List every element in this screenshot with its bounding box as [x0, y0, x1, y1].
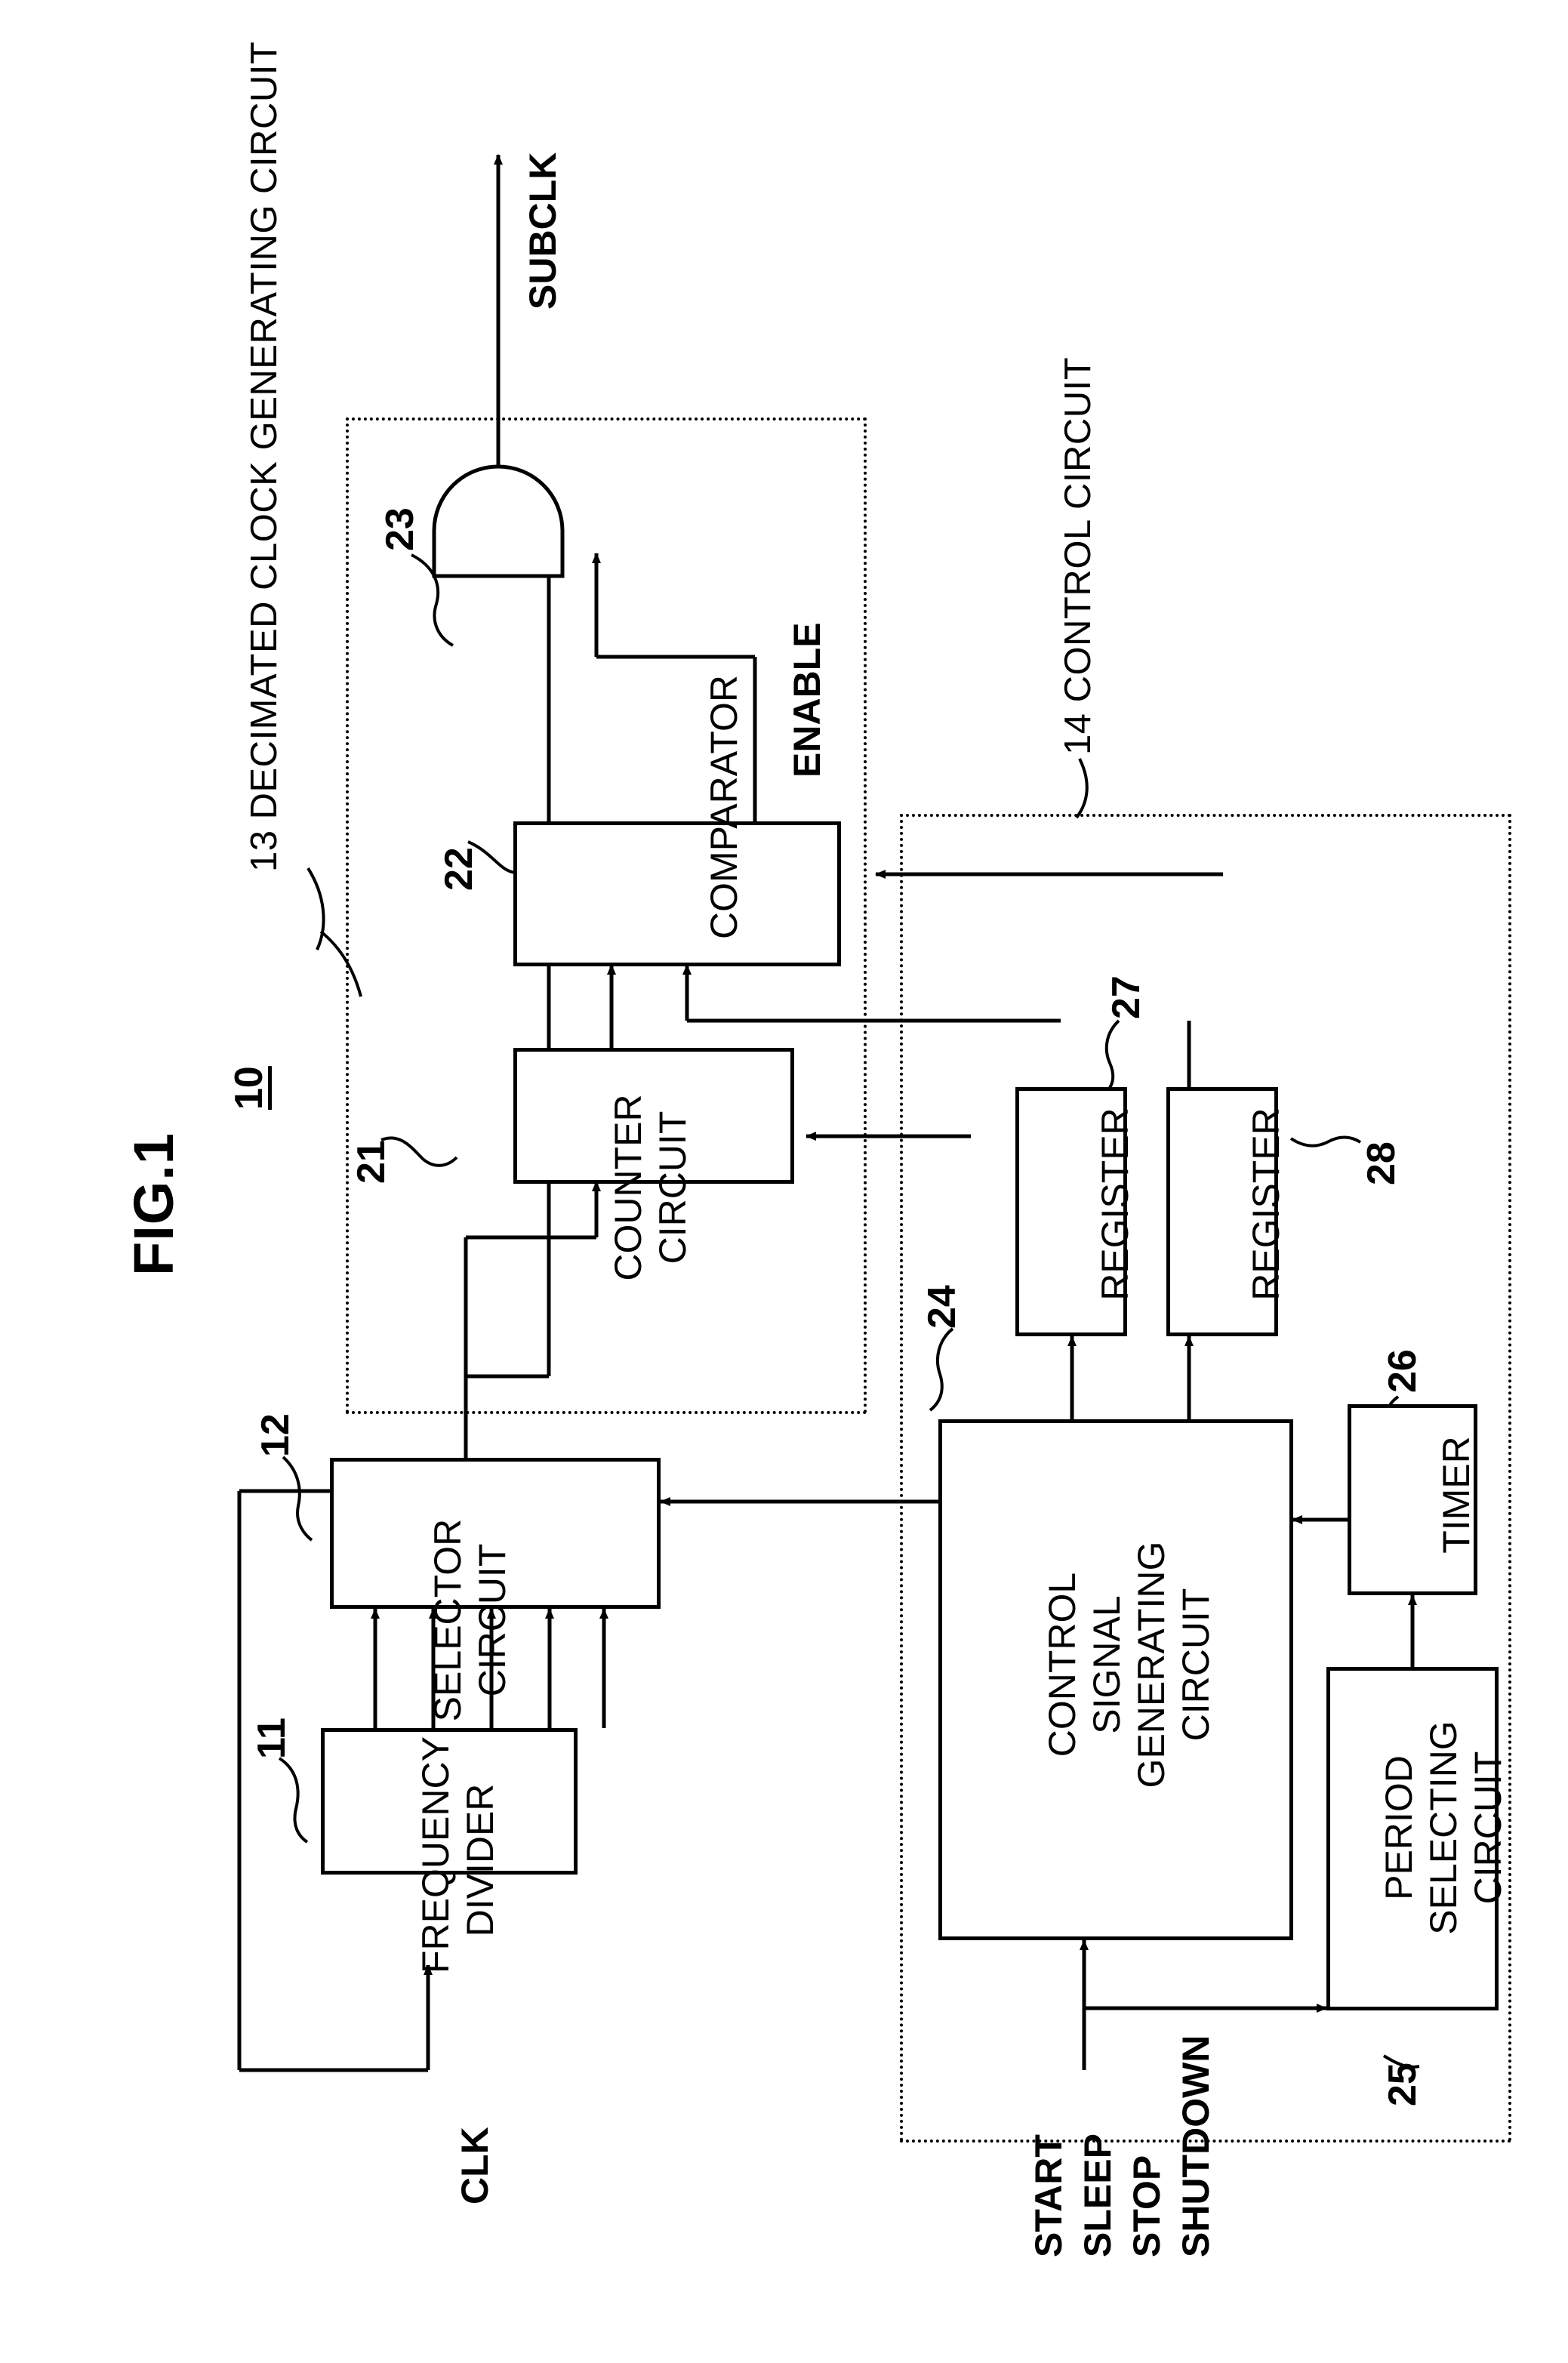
signal-label-shutdown: SHUTDOWN	[1175, 2035, 1217, 2257]
group-label-control-circuit: 14 CONTROL CIRCUIT	[1058, 356, 1098, 755]
block-label-counter-circuit: COUNTER CIRCUIT	[607, 1094, 694, 1281]
reference-label-12: 12	[254, 1413, 297, 1457]
block-frequency-divider: FREQUENCY DIVIDER	[321, 1728, 578, 1973]
block-label-selector-circuit: SELECTOR CIRCUIT	[427, 1518, 513, 1722]
block-comparator: COMPARATOR	[513, 675, 841, 966]
block-label-register-28: REGISTER	[1245, 1108, 1287, 1301]
block-control-signal-generating-circuit: CONTROL SIGNAL GENERATING CIRCUIT	[938, 1419, 1293, 1940]
block-label-timer: TIMER	[1435, 1436, 1477, 1554]
block-period-selecting-circuit: PERIOD SELECTING CIRCUIT	[1326, 1667, 1509, 2010]
block-label-comparator: COMPARATOR	[703, 674, 745, 940]
reference-label-22: 22	[437, 847, 481, 891]
reference-label-27: 27	[1104, 975, 1148, 1019]
reference-label-21: 21	[350, 1140, 393, 1184]
block-selector-circuit: SELECTOR CIRCUIT	[330, 1458, 661, 1721]
reference-label-26: 26	[1381, 1349, 1425, 1393]
system-reference-10: 10	[227, 1066, 271, 1110]
reference-label-24: 24	[920, 1285, 964, 1329]
and-gate-23	[430, 464, 566, 580]
block-register-27: REGISTER	[1015, 1087, 1136, 1336]
block-register-28: REGISTER	[1166, 1087, 1287, 1336]
block-label-period-selecting-circuit: PERIOD SELECTING CIRCUIT	[1378, 1721, 1509, 1935]
signal-label-subclk: SUBCLK	[522, 152, 564, 310]
signal-label-sleep: SLEEP	[1077, 2133, 1119, 2257]
signal-label-start: START	[1027, 2134, 1070, 2257]
group-label-decimated-clock-generating-circuit: 13 DECIMATED CLOCK GENERATING CIRCUIT	[244, 41, 285, 872]
reference-label-23: 23	[378, 507, 422, 551]
block-timer: TIMER	[1348, 1404, 1477, 1595]
block-label-register-27: REGISTER	[1094, 1108, 1136, 1301]
block-counter-circuit: COUNTER CIRCUIT	[513, 1048, 794, 1281]
signal-label-stop: STOP	[1126, 2155, 1168, 2257]
reference-label-11: 11	[250, 1718, 294, 1759]
signal-label-enable: ENABLE	[786, 622, 828, 778]
reference-label-25: 25	[1381, 2063, 1425, 2106]
signal-label-clk: CLK	[454, 2127, 496, 2204]
block-label-control-signal-generating-circuit: CONTROL SIGNAL GENERATING CIRCUIT	[1041, 1541, 1217, 1788]
page-title: FIG.1	[122, 1132, 185, 1276]
patent-figure-sheet: FIG.1 10 13 DECIMATED CLOCK GENERATING C…	[0, 0, 1568, 2363]
block-label-frequency-divider: FREQUENCY DIVIDER	[414, 1736, 501, 1973]
reference-label-28: 28	[1360, 1141, 1403, 1185]
